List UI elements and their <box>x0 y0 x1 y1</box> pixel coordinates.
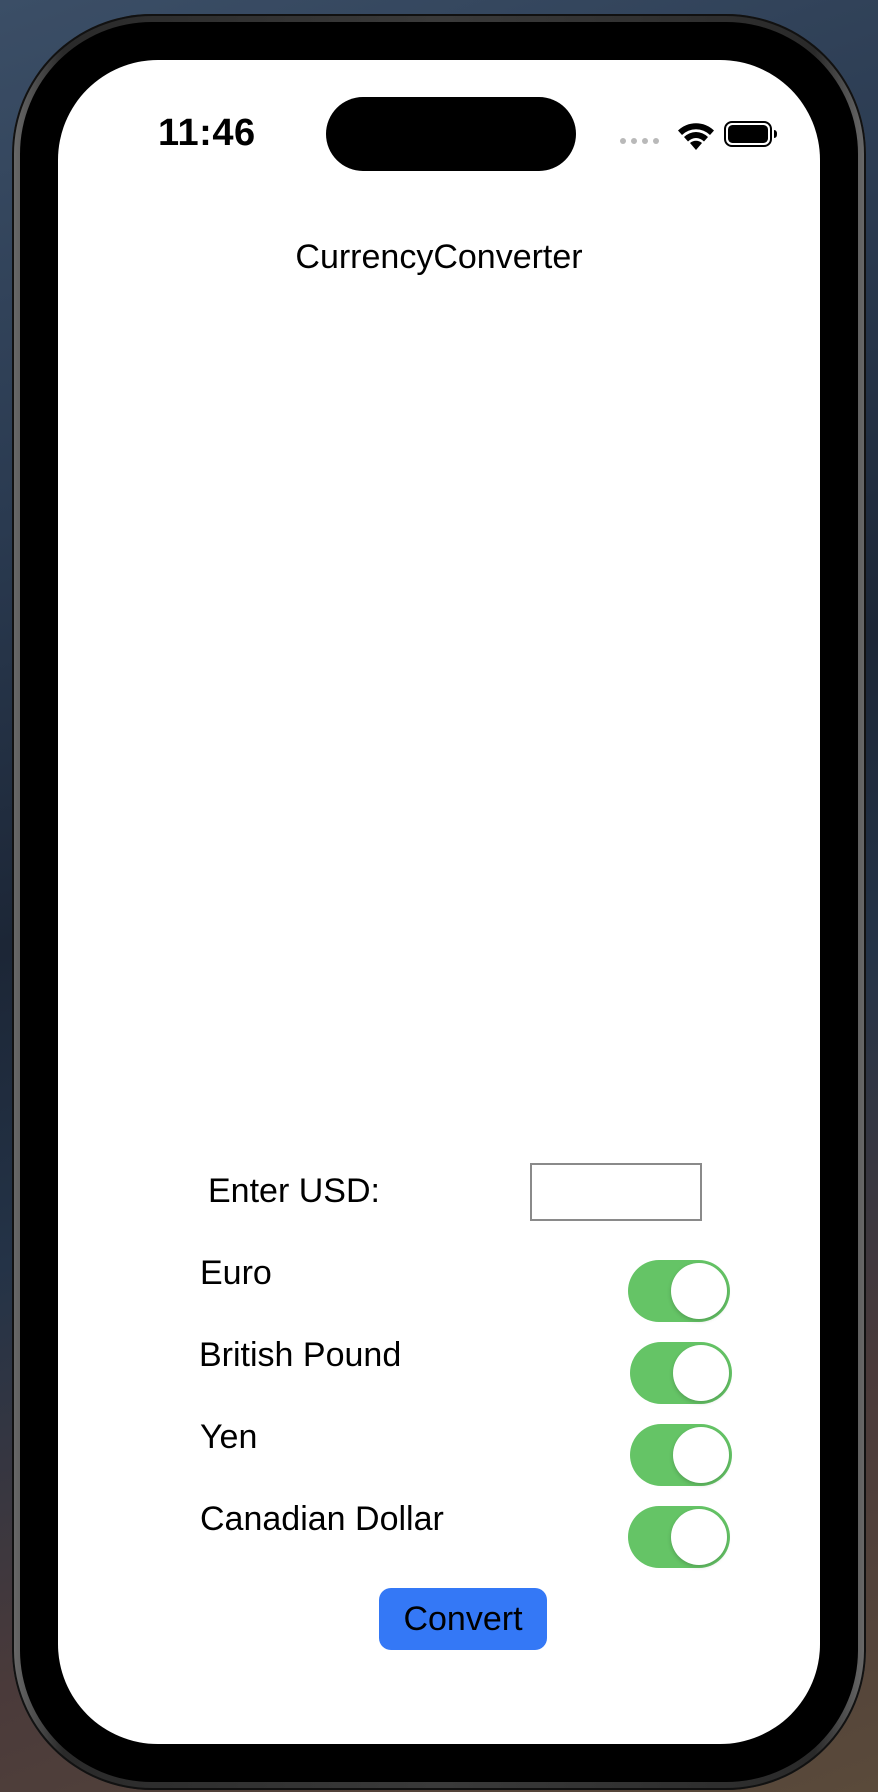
canadian-dollar-toggle[interactable] <box>628 1506 730 1568</box>
toggle-knob <box>671 1509 727 1565</box>
euro-toggle[interactable] <box>628 1260 730 1322</box>
toggle-knob <box>671 1263 727 1319</box>
dynamic-island <box>326 97 576 171</box>
usd-label: Enter USD: <box>208 1172 380 1210</box>
phone-frame: 11:46 CurrencyConverter Enter USD: Euro <box>12 14 866 1790</box>
convert-button[interactable]: Convert <box>379 1588 547 1650</box>
usd-input[interactable] <box>530 1163 702 1221</box>
british-pound-toggle[interactable] <box>630 1342 732 1404</box>
wifi-icon <box>678 123 714 150</box>
toggle-knob <box>673 1345 729 1401</box>
yen-toggle[interactable] <box>630 1424 732 1486</box>
phone-bezel: 11:46 CurrencyConverter Enter USD: Euro <box>20 22 858 1782</box>
currency-label-canadian-dollar: Canadian Dollar <box>200 1500 444 1538</box>
status-time: 11:46 <box>158 112 256 154</box>
cellular-signal-icon <box>620 138 659 144</box>
battery-icon <box>724 121 777 147</box>
currency-label-yen: Yen <box>200 1418 258 1456</box>
app-title: CurrencyConverter <box>295 238 583 276</box>
currency-label-british-pound: British Pound <box>199 1336 402 1374</box>
toggle-knob <box>673 1427 729 1483</box>
currency-label-euro: Euro <box>200 1254 272 1292</box>
phone-screen: 11:46 CurrencyConverter Enter USD: Euro <box>58 60 820 1744</box>
